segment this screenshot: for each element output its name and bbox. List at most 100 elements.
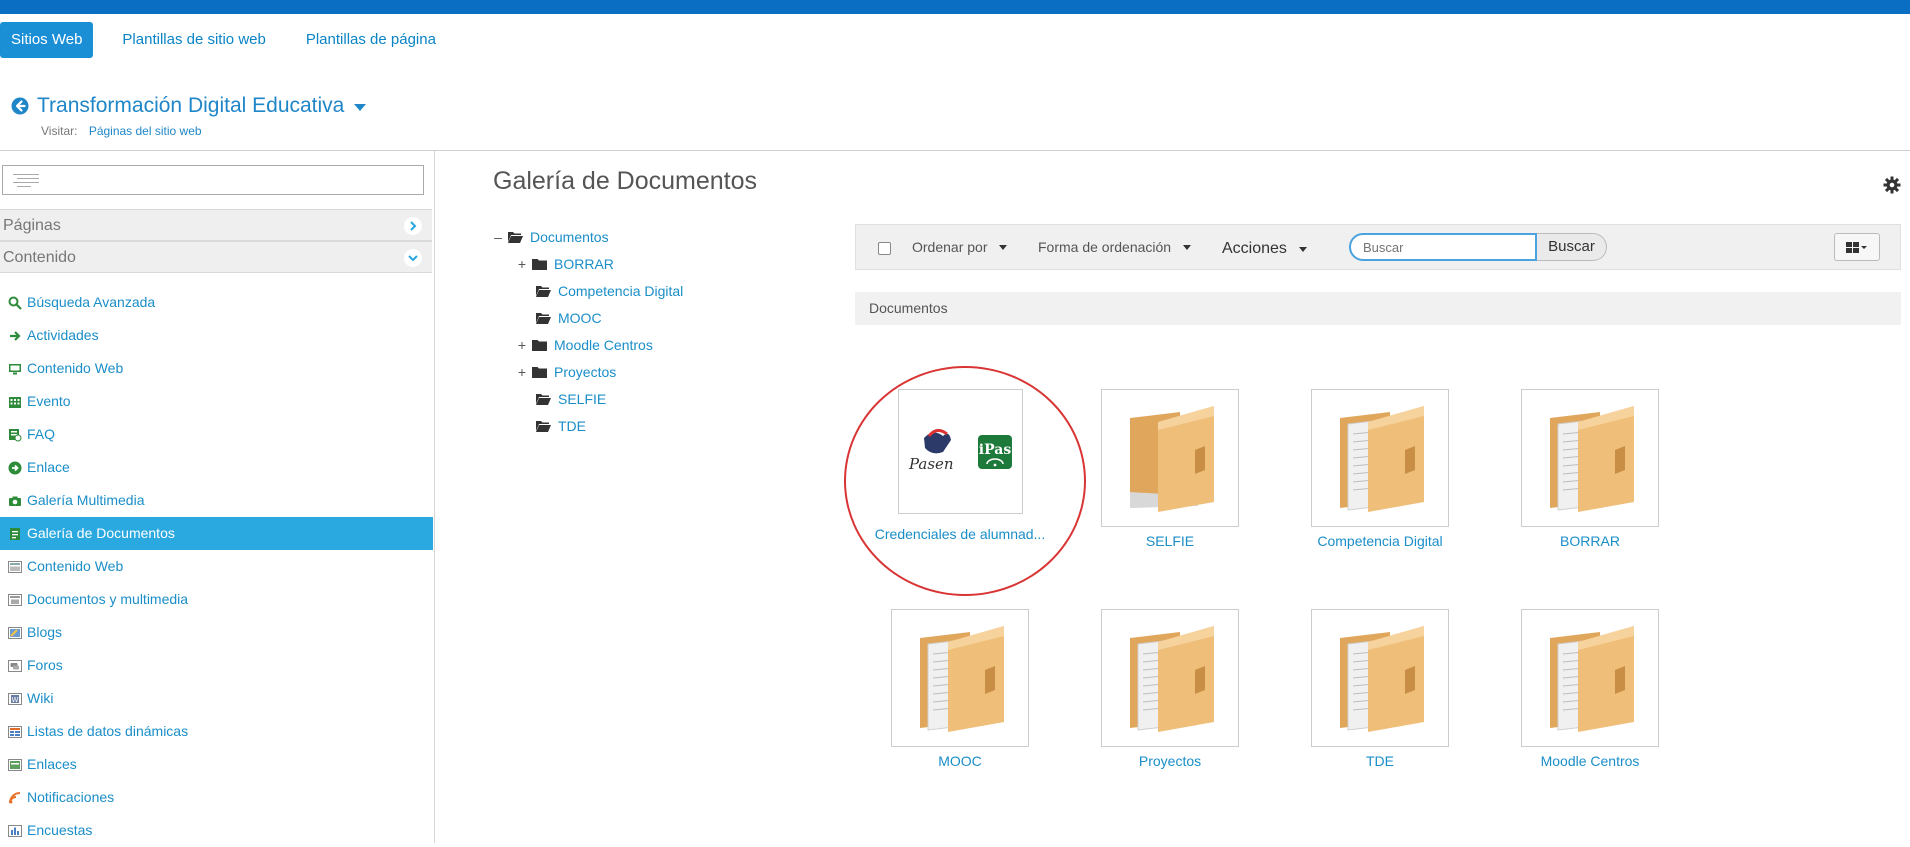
camera-icon [9,496,21,506]
menu-item-blogs[interactable]: Blogs [0,616,433,649]
open-folder-icon [536,421,551,432]
open-folder-icon [536,394,551,405]
menu-item-faq[interactable]: FAQ [0,418,433,451]
folder-thumbnail[interactable] [891,609,1029,747]
section-contenido-label: Contenido [3,249,76,266]
folder-card-borrar[interactable]: BORRAR [1490,389,1690,549]
tree-item-borrar[interactable]: + BORRAR [516,253,614,275]
visit-label: Visitar: [41,124,78,138]
folder-thumbnail[interactable] [1521,389,1659,527]
folder-thumbnail[interactable] [1101,609,1239,747]
caret-down-icon [1183,244,1192,250]
menu-item-notificaciones[interactable]: Notificaciones [0,781,433,814]
expand-icon[interactable]: + [516,364,528,380]
folder-with-documents-icon [1340,406,1424,512]
search-button[interactable]: Buscar [1537,233,1607,261]
menu-item-evento[interactable]: Evento [0,385,433,418]
open-folder-icon [536,313,551,324]
card-label[interactable]: SELFIE [1070,533,1270,549]
folder-card-competencia-digital[interactable]: Competencia Digital [1280,389,1480,549]
menu-item-galeria-multimedia[interactable]: Galería Multimedia [0,484,433,517]
folder-thumbnail[interactable] [1521,609,1659,747]
chevron-down-icon[interactable] [354,103,367,111]
folder-card-selfie[interactable]: SELFIE [1070,389,1270,549]
poll-icon [8,824,22,837]
select-all-checkbox[interactable] [878,242,891,255]
order-by-dropdown[interactable]: Ordenar por [912,239,1008,255]
site-title[interactable]: Transformación Digital Educativa [37,94,344,118]
menu-item-enlaces[interactable]: Enlaces [0,748,433,781]
tree-item-moodle-centros[interactable]: + Moodle Centros [516,334,653,356]
faq-icon [9,428,22,441]
folder-icon [532,367,547,378]
section-paginas[interactable]: Páginas [0,209,432,241]
section-contenido[interactable]: Contenido [0,241,432,273]
tree-item-proyectos[interactable]: + Proyectos [516,361,616,383]
open-folder-icon [508,232,523,243]
menu-item-busqueda-avanzada[interactable]: Búsqueda Avanzada [0,286,433,319]
chevron-right-icon[interactable] [404,217,422,235]
menu-item-foros[interactable]: Foros [0,649,433,682]
folder-thumbnail[interactable] [1311,609,1449,747]
menu-item-wiki[interactable]: W Wiki [0,682,433,715]
open-folder-icon [536,286,551,297]
tree-item-selfie[interactable]: SELFIE [536,388,606,410]
menu-item-contenido-web[interactable]: Contenido Web [0,352,433,385]
folder-card-moodle-centros[interactable]: Moodle Centros [1490,609,1690,769]
expand-icon[interactable]: + [516,256,528,272]
section-paginas-label: Páginas [3,217,61,234]
page-title: Galería de Documentos [493,167,758,195]
menu-item-documentos-multimedia[interactable]: Documentos y multimedia [0,583,433,616]
card-label[interactable]: TDE [1280,753,1480,769]
search-input[interactable] [1349,233,1537,261]
documents-toolbar: Ordenar por Forma de ordenación Acciones… [855,224,1901,270]
folder-card-proyectos[interactable]: Proyectos [1070,609,1270,769]
expand-icon[interactable]: + [516,337,528,353]
order-type-dropdown[interactable]: Forma de ordenación [1038,239,1192,255]
chevron-down-icon[interactable] [404,249,422,267]
tab-plantillas-pagina[interactable]: Plantillas de página [295,22,447,58]
display-style-button[interactable] [1834,233,1880,261]
tree-item-competencia-digital[interactable]: Competencia Digital [536,280,683,302]
folder-icon [532,340,547,351]
menu-lines-icon [13,174,39,187]
menu-item-actividades[interactable]: Actividades [0,319,433,352]
tree-item-mooc[interactable]: MOOC [536,307,602,329]
visit-pages-link[interactable]: Páginas del sitio web [89,124,202,138]
menu-item-encuestas[interactable]: Encuestas [0,814,433,847]
folder-with-documents-icon [1550,406,1634,512]
monitor-icon [9,363,21,374]
arrow-right-icon [10,330,21,341]
card-label[interactable]: BORRAR [1490,533,1690,549]
grid-view-icon [1846,242,1867,253]
tree-item-tde[interactable]: TDE [536,415,586,437]
menu-item-galeria-documentos[interactable]: Galería de Documentos [0,517,433,550]
card-label[interactable]: Proyectos [1070,753,1270,769]
tab-sitios-web[interactable]: Sitios Web [0,22,94,58]
sidebar-search-input[interactable] [2,165,424,195]
folder-card-mooc[interactable]: MOOC [860,609,1060,769]
caret-down-icon [1298,246,1307,252]
back-arrow-icon[interactable] [11,97,29,115]
folder-thumbnail[interactable] [1311,389,1449,527]
sidebar: Páginas Contenido Búsqueda Avanzada Acti… [0,151,435,843]
collapse-icon[interactable]: – [492,229,504,245]
card-label[interactable]: MOOC [860,753,1060,769]
caret-down-icon [999,244,1008,250]
tree-root[interactable]: – Documentos [492,226,609,248]
forums-icon [8,659,22,672]
card-label[interactable]: Competencia Digital [1280,533,1480,549]
gear-icon[interactable] [1883,176,1901,194]
folder-thumbnail[interactable] [1101,389,1239,527]
menu-item-listas-datos[interactable]: Listas de datos dinámicas [0,715,433,748]
folder-card-tde[interactable]: TDE [1280,609,1480,769]
card-label[interactable]: Moodle Centros [1490,753,1690,769]
empty-folder-icon [1130,406,1214,512]
menu-item-contenido-web-portlet[interactable]: Contenido Web [0,550,433,583]
tab-plantillas-sitio-web[interactable]: Plantillas de sitio web [111,22,276,58]
menu-item-enlace[interactable]: Enlace [0,451,433,484]
actions-dropdown[interactable]: Acciones [1222,240,1307,258]
top-brand-bar [0,0,1910,14]
magnifier-icon [8,296,22,310]
document-icon [10,527,20,540]
